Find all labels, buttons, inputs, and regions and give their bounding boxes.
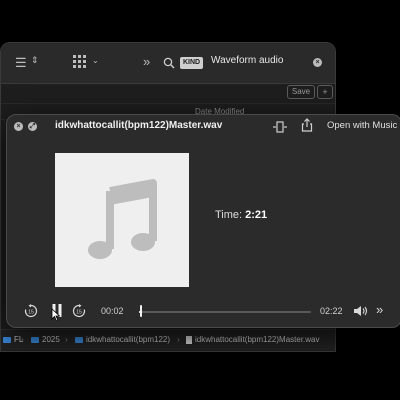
volume-button[interactable] xyxy=(353,304,369,322)
fullscreen-icon[interactable]: ⤢ xyxy=(28,122,37,131)
divider xyxy=(1,103,335,104)
volume-icon xyxy=(354,306,368,316)
sort-toggle-icon[interactable]: ⇕ xyxy=(31,55,39,66)
finder-toolbar: ☰ ⇕ ⌄ » KIND Waveform audio × xyxy=(1,43,335,84)
path-item-2025[interactable]: 2025 xyxy=(31,335,60,344)
elapsed-time: 00:02 xyxy=(101,306,124,316)
list-view-icon[interactable]: ☰ xyxy=(15,55,27,71)
path-separator: › xyxy=(65,335,68,344)
file-name-title: idkwhattocallit(bpm122)Master.wav xyxy=(55,120,223,131)
path-bar: FL › 2025 › idkwhattocallit(bpm122) › id… xyxy=(1,329,335,350)
search-query[interactable]: Waveform audio xyxy=(211,55,283,66)
path-separator: › xyxy=(177,335,180,344)
album-artwork xyxy=(55,153,189,287)
path-item-file[interactable]: idkwhattocallit(bpm122)Master.wav xyxy=(186,335,320,344)
clear-search-icon[interactable]: × xyxy=(313,58,322,67)
close-icon[interactable]: × xyxy=(14,122,23,131)
share-icon[interactable] xyxy=(301,118,313,137)
chevron-double-right-icon[interactable]: » xyxy=(143,54,150,69)
folder-icon xyxy=(75,336,83,343)
quicklook-window: × ⤢ idkwhattocallit(bpm122)Master.wav Op… xyxy=(6,114,400,328)
audio-file-icon xyxy=(186,335,192,344)
music-note-icon xyxy=(88,179,157,259)
chevron-down-icon[interactable]: ⌄ xyxy=(92,56,99,65)
duration-value: 2:21 xyxy=(245,209,268,221)
chevron-double-right-icon[interactable]: » xyxy=(376,302,383,317)
path-item-project-folder[interactable]: idkwhattocallit(bpm122) xyxy=(75,335,170,344)
search-icon xyxy=(163,56,175,74)
search-field[interactable]: KIND Waveform audio × xyxy=(159,53,329,73)
add-criteria-button[interactable]: + xyxy=(317,85,333,99)
mouse-cursor-icon xyxy=(51,308,61,322)
grid-view-icon[interactable] xyxy=(73,54,87,71)
skip-forward-15-button[interactable]: 15 xyxy=(72,304,86,323)
skip-forward-icon: 15 xyxy=(72,304,86,318)
open-with-music-button[interactable]: Open with Music xyxy=(327,120,397,131)
skip-back-icon: 15 xyxy=(24,304,38,318)
expand-icon[interactable] xyxy=(273,120,287,138)
scrubber-track[interactable] xyxy=(139,311,311,313)
folder-icon xyxy=(31,336,39,343)
svg-text:15: 15 xyxy=(76,310,82,316)
duration-label: Time: 2:21 xyxy=(215,209,268,221)
svg-text:15: 15 xyxy=(28,310,34,316)
path-separator: › xyxy=(21,335,24,344)
search-kind-token[interactable]: KIND xyxy=(180,57,204,69)
folder-icon xyxy=(3,336,11,343)
skip-back-15-button[interactable]: 15 xyxy=(24,304,38,323)
remaining-time: 02:22 xyxy=(320,306,343,316)
save-search-button[interactable]: Save xyxy=(287,85,315,99)
